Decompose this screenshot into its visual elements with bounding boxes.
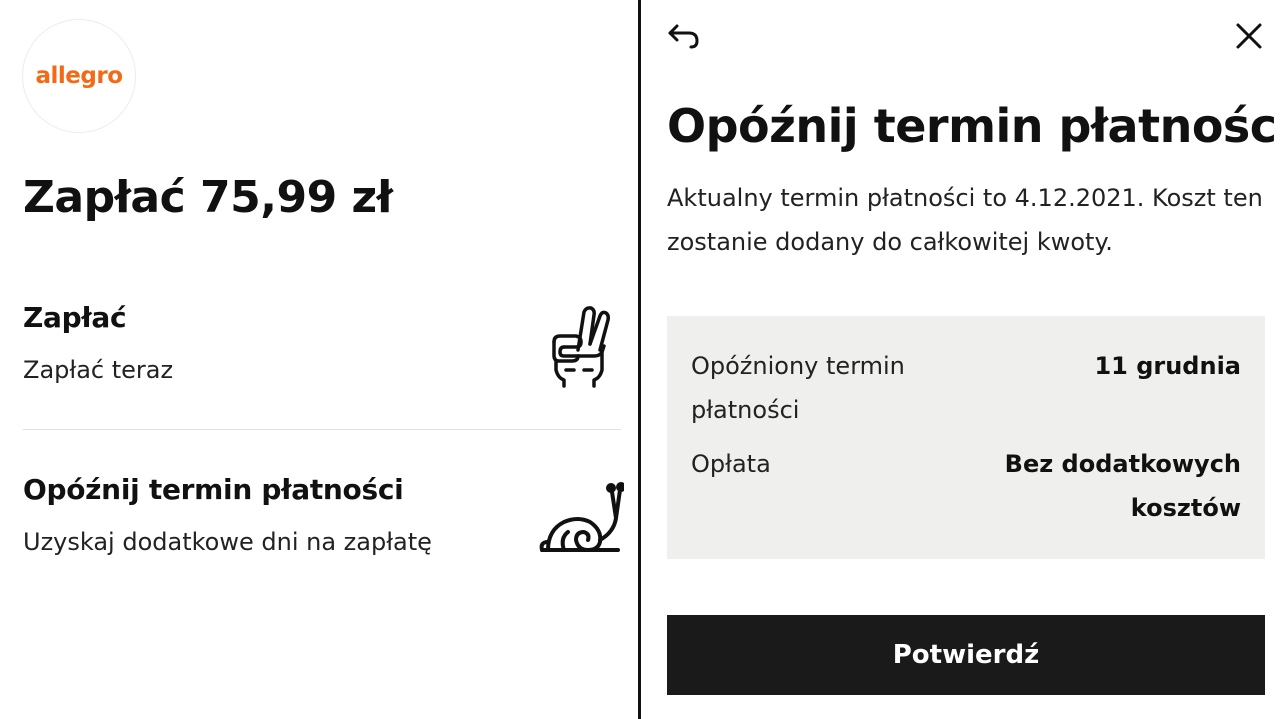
option-pay-now[interactable]: Zapłać Zapłać teraz xyxy=(23,300,621,386)
detail-value: Bez dodatkowych kosztów xyxy=(1004,450,1241,522)
payment-details-box: Opóźniony termin płatności 11 grudnia Op… xyxy=(667,316,1265,559)
detail-value: 11 grudnia xyxy=(1094,352,1241,380)
option-subtitle: Uzyskaj dodatkowe dni na zapłatę xyxy=(23,528,432,556)
option-delay-payment[interactable]: Opóźnij termin płatności Uzyskaj dodatko… xyxy=(23,472,621,558)
detail-label: Opóźniony termin płatności xyxy=(691,352,905,424)
dialog-description: Aktualny termin płatności to 4.12.2021. … xyxy=(667,184,1263,256)
confirm-button[interactable]: Potwierdź xyxy=(667,615,1265,695)
delay-payment-dialog: Opóźnij termin płatności Aktualny termin… xyxy=(641,0,1280,719)
payment-methods-panel: allegro Zapłać 75,99 zł Zapłać Zapłać te… xyxy=(0,0,638,719)
detail-label: Opłata xyxy=(691,450,771,478)
pay-amount-title: Zapłać 75,99 zł xyxy=(23,172,393,223)
close-icon[interactable] xyxy=(1235,22,1263,50)
option-title: Opóźnij termin płatności xyxy=(23,473,404,506)
dialog-title: Opóźnij termin płatności xyxy=(667,99,1280,153)
back-arrow-icon[interactable] xyxy=(667,20,701,52)
allegro-logo: allegro xyxy=(22,19,136,133)
option-title: Zapłać xyxy=(23,301,127,334)
options-divider xyxy=(23,429,621,430)
option-subtitle: Zapłać teraz xyxy=(23,356,174,384)
peace-hand-icon xyxy=(552,306,610,388)
logo-text: allegro xyxy=(35,63,124,89)
snail-icon xyxy=(539,482,624,552)
